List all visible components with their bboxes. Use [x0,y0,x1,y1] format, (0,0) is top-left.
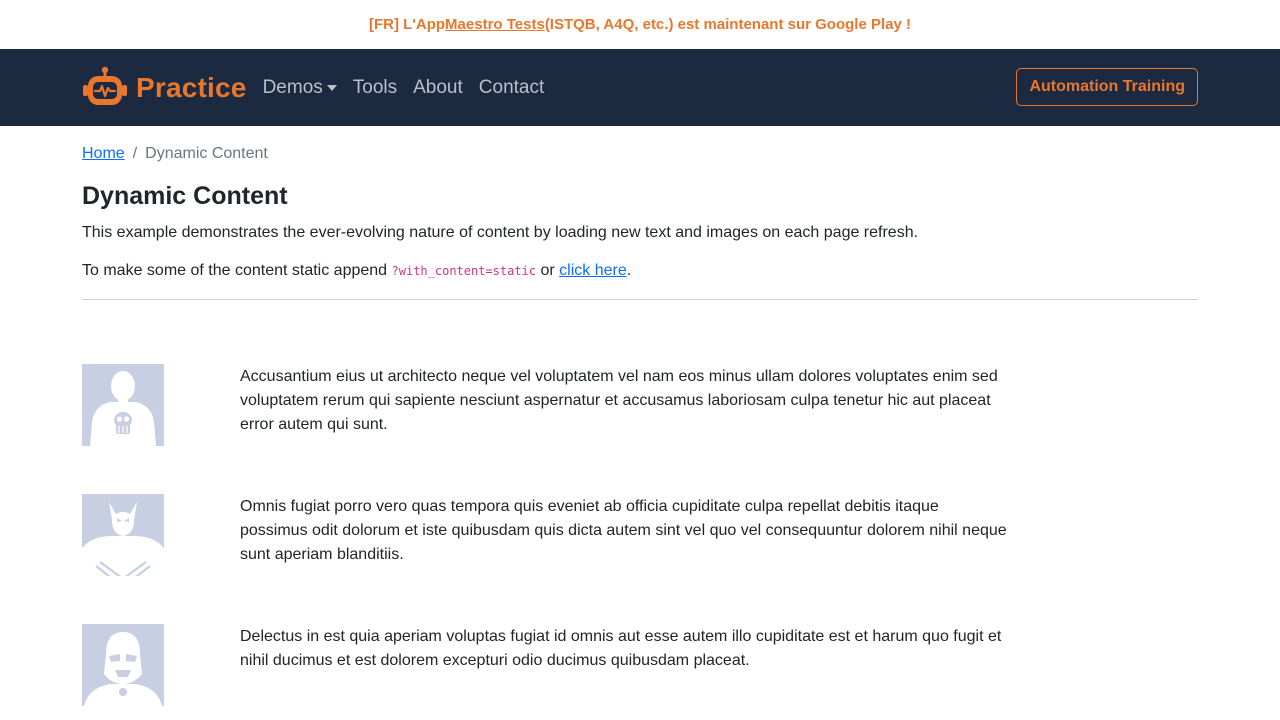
dynamic-content-list: Accusantium eius ut architecto neque vel… [82,363,1198,720]
brand-name: Practice [136,71,247,103]
nav-links: Demos Tools About Contact [263,77,561,99]
nav-demos-dropdown[interactable]: Demos [263,77,337,99]
content-row-text: Delectus in est quia aperiam voluptas fu… [240,627,1002,669]
announcement-prefix: [FR] L'App [369,16,446,33]
main-content: Home / Dynamic Content Dynamic Content T… [0,145,1280,720]
static-end: . [626,261,632,279]
section-divider [82,298,1198,300]
announcement-suffix: (ISTQB, A4Q, etc.) est maintenant sur Go… [544,16,911,33]
brand-logo-link[interactable]: Practice [82,65,247,111]
breadcrumb-current: Dynamic Content [145,145,268,162]
nav-demos-label: Demos [262,76,323,98]
announcement-bar: [FR] L'App Maestro Tests (ISTQB, A4Q, et… [0,0,1280,49]
nav-tools[interactable]: Tools [353,77,397,99]
content-row: Delectus in est quia aperiam voluptas fu… [82,623,1198,720]
stormtrooper-avatar [82,623,164,706]
automation-training-button[interactable]: Automation Training [1016,68,1198,106]
breadcrumb: Home / Dynamic Content [82,145,1198,163]
content-row-text: Accusantium eius ut architecto neque vel… [240,367,998,433]
punisher-avatar [82,363,164,446]
page-title: Dynamic Content [82,182,288,210]
content-row: Accusantium eius ut architecto neque vel… [82,363,1198,494]
static-mid: or [536,261,560,279]
nav-about[interactable]: About [413,77,463,99]
static-instructions: To make some of the content static appen… [82,261,1198,282]
robot-icon [83,66,127,105]
breadcrumb-separator: / [132,145,138,162]
click-here-link[interactable]: click here [559,262,627,279]
page-description: This example demonstrates the ever-evolv… [82,224,919,241]
content-row: Omnis fugiat porro vero quas tempora qui… [82,493,1198,624]
caret-down-icon [326,84,337,91]
wolverine-avatar [82,493,164,576]
breadcrumb-home[interactable]: Home [82,145,125,163]
static-prefix: To make some of the content static appen… [82,261,392,279]
nav-contact[interactable]: Contact [479,77,544,99]
top-navbar: Practice Demos Tools About Contact Autom… [0,49,1280,126]
announcement-link[interactable]: Maestro Tests [445,16,545,33]
content-row-text: Omnis fugiat porro vero quas tempora qui… [240,497,1007,563]
static-query-code: ?with_content=static [391,263,537,278]
